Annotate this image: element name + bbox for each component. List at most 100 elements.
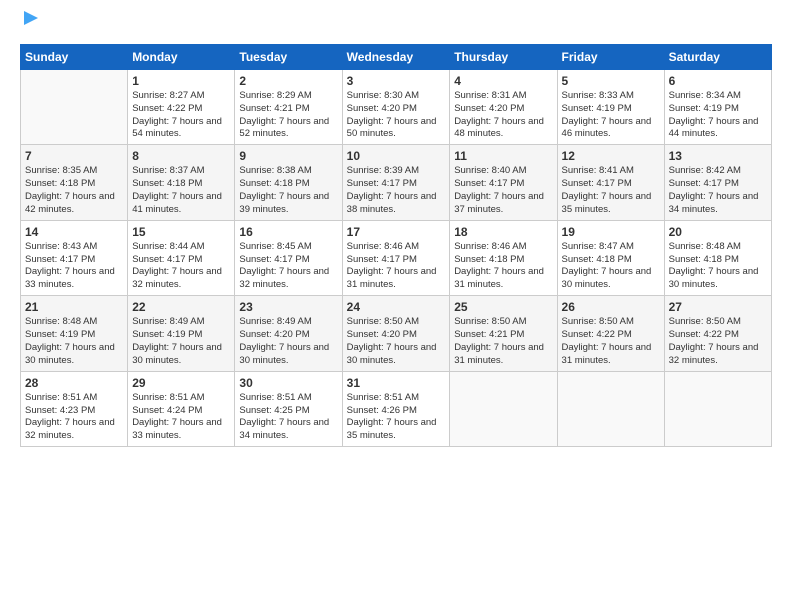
calendar-week-5: 28Sunrise: 8:51 AM Sunset: 4:23 PM Dayli…	[21, 371, 772, 446]
day-of-week-saturday: Saturday	[664, 44, 771, 69]
calendar-cell	[450, 371, 557, 446]
day-info: Sunrise: 8:34 AM Sunset: 4:19 PM Dayligh…	[669, 90, 767, 141]
day-info: Sunrise: 8:41 AM Sunset: 4:17 PM Dayligh…	[562, 165, 660, 216]
day-of-week-thursday: Thursday	[450, 44, 557, 69]
day-number: 20	[669, 224, 767, 240]
calendar-cell: 1Sunrise: 8:27 AM Sunset: 4:22 PM Daylig…	[128, 69, 235, 144]
day-info: Sunrise: 8:46 AM Sunset: 4:18 PM Dayligh…	[454, 241, 552, 292]
calendar-cell: 18Sunrise: 8:46 AM Sunset: 4:18 PM Dayli…	[450, 220, 557, 295]
day-info: Sunrise: 8:50 AM Sunset: 4:22 PM Dayligh…	[669, 316, 767, 367]
calendar-cell: 29Sunrise: 8:51 AM Sunset: 4:24 PM Dayli…	[128, 371, 235, 446]
calendar-cell: 25Sunrise: 8:50 AM Sunset: 4:21 PM Dayli…	[450, 296, 557, 371]
calendar-cell: 4Sunrise: 8:31 AM Sunset: 4:20 PM Daylig…	[450, 69, 557, 144]
day-info: Sunrise: 8:50 AM Sunset: 4:22 PM Dayligh…	[562, 316, 660, 367]
day-info: Sunrise: 8:50 AM Sunset: 4:20 PM Dayligh…	[347, 316, 446, 367]
calendar-cell: 28Sunrise: 8:51 AM Sunset: 4:23 PM Dayli…	[21, 371, 128, 446]
day-info: Sunrise: 8:51 AM Sunset: 4:25 PM Dayligh…	[239, 392, 337, 443]
day-info: Sunrise: 8:42 AM Sunset: 4:17 PM Dayligh…	[669, 165, 767, 216]
day-info: Sunrise: 8:51 AM Sunset: 4:23 PM Dayligh…	[25, 392, 123, 443]
day-number: 3	[347, 73, 446, 89]
day-info: Sunrise: 8:49 AM Sunset: 4:19 PM Dayligh…	[132, 316, 230, 367]
page: SundayMondayTuesdayWednesdayThursdayFrid…	[0, 0, 792, 612]
day-number: 28	[25, 375, 123, 391]
calendar-cell: 9Sunrise: 8:38 AM Sunset: 4:18 PM Daylig…	[235, 145, 342, 220]
calendar-cell: 3Sunrise: 8:30 AM Sunset: 4:20 PM Daylig…	[342, 69, 450, 144]
day-info: Sunrise: 8:31 AM Sunset: 4:20 PM Dayligh…	[454, 90, 552, 141]
day-of-week-tuesday: Tuesday	[235, 44, 342, 69]
day-info: Sunrise: 8:50 AM Sunset: 4:21 PM Dayligh…	[454, 316, 552, 367]
day-number: 9	[239, 148, 337, 164]
calendar-cell: 24Sunrise: 8:50 AM Sunset: 4:20 PM Dayli…	[342, 296, 450, 371]
day-number: 21	[25, 299, 123, 315]
calendar-week-4: 21Sunrise: 8:48 AM Sunset: 4:19 PM Dayli…	[21, 296, 772, 371]
day-info: Sunrise: 8:30 AM Sunset: 4:20 PM Dayligh…	[347, 90, 446, 141]
calendar-cell: 7Sunrise: 8:35 AM Sunset: 4:18 PM Daylig…	[21, 145, 128, 220]
calendar-cell	[21, 69, 128, 144]
day-info: Sunrise: 8:38 AM Sunset: 4:18 PM Dayligh…	[239, 165, 337, 216]
day-info: Sunrise: 8:48 AM Sunset: 4:19 PM Dayligh…	[25, 316, 123, 367]
day-number: 31	[347, 375, 446, 391]
day-number: 1	[132, 73, 230, 89]
day-number: 10	[347, 148, 446, 164]
day-number: 23	[239, 299, 337, 315]
day-number: 18	[454, 224, 552, 240]
day-number: 5	[562, 73, 660, 89]
day-of-week-sunday: Sunday	[21, 44, 128, 69]
day-number: 15	[132, 224, 230, 240]
calendar-cell: 22Sunrise: 8:49 AM Sunset: 4:19 PM Dayli…	[128, 296, 235, 371]
day-number: 2	[239, 73, 337, 89]
day-of-week-friday: Friday	[557, 44, 664, 69]
calendar-cell: 26Sunrise: 8:50 AM Sunset: 4:22 PM Dayli…	[557, 296, 664, 371]
calendar-cell: 23Sunrise: 8:49 AM Sunset: 4:20 PM Dayli…	[235, 296, 342, 371]
day-number: 17	[347, 224, 446, 240]
day-of-week-wednesday: Wednesday	[342, 44, 450, 69]
day-number: 16	[239, 224, 337, 240]
calendar-cell: 16Sunrise: 8:45 AM Sunset: 4:17 PM Dayli…	[235, 220, 342, 295]
day-number: 25	[454, 299, 552, 315]
day-number: 8	[132, 148, 230, 164]
calendar-week-3: 14Sunrise: 8:43 AM Sunset: 4:17 PM Dayli…	[21, 220, 772, 295]
day-info: Sunrise: 8:49 AM Sunset: 4:20 PM Dayligh…	[239, 316, 337, 367]
header	[20, 16, 772, 36]
calendar-cell: 31Sunrise: 8:51 AM Sunset: 4:26 PM Dayli…	[342, 371, 450, 446]
day-info: Sunrise: 8:44 AM Sunset: 4:17 PM Dayligh…	[132, 241, 230, 292]
calendar-week-1: 1Sunrise: 8:27 AM Sunset: 4:22 PM Daylig…	[21, 69, 772, 144]
day-info: Sunrise: 8:46 AM Sunset: 4:17 PM Dayligh…	[347, 241, 446, 292]
calendar-cell	[557, 371, 664, 446]
calendar-table: SundayMondayTuesdayWednesdayThursdayFrid…	[20, 44, 772, 447]
day-of-week-monday: Monday	[128, 44, 235, 69]
calendar-cell: 20Sunrise: 8:48 AM Sunset: 4:18 PM Dayli…	[664, 220, 771, 295]
calendar-cell: 2Sunrise: 8:29 AM Sunset: 4:21 PM Daylig…	[235, 69, 342, 144]
calendar-cell: 6Sunrise: 8:34 AM Sunset: 4:19 PM Daylig…	[664, 69, 771, 144]
day-number: 13	[669, 148, 767, 164]
day-info: Sunrise: 8:27 AM Sunset: 4:22 PM Dayligh…	[132, 90, 230, 141]
day-number: 30	[239, 375, 337, 391]
calendar-cell: 10Sunrise: 8:39 AM Sunset: 4:17 PM Dayli…	[342, 145, 450, 220]
day-number: 11	[454, 148, 552, 164]
day-number: 12	[562, 148, 660, 164]
day-number: 24	[347, 299, 446, 315]
day-info: Sunrise: 8:47 AM Sunset: 4:18 PM Dayligh…	[562, 241, 660, 292]
calendar-header: SundayMondayTuesdayWednesdayThursdayFrid…	[21, 44, 772, 69]
day-info: Sunrise: 8:45 AM Sunset: 4:17 PM Dayligh…	[239, 241, 337, 292]
calendar-cell: 5Sunrise: 8:33 AM Sunset: 4:19 PM Daylig…	[557, 69, 664, 144]
calendar-week-2: 7Sunrise: 8:35 AM Sunset: 4:18 PM Daylig…	[21, 145, 772, 220]
calendar-cell: 15Sunrise: 8:44 AM Sunset: 4:17 PM Dayli…	[128, 220, 235, 295]
calendar-cell: 14Sunrise: 8:43 AM Sunset: 4:17 PM Dayli…	[21, 220, 128, 295]
calendar-cell: 21Sunrise: 8:48 AM Sunset: 4:19 PM Dayli…	[21, 296, 128, 371]
day-info: Sunrise: 8:37 AM Sunset: 4:18 PM Dayligh…	[132, 165, 230, 216]
day-number: 7	[25, 148, 123, 164]
day-number: 14	[25, 224, 123, 240]
day-info: Sunrise: 8:51 AM Sunset: 4:26 PM Dayligh…	[347, 392, 446, 443]
day-info: Sunrise: 8:51 AM Sunset: 4:24 PM Dayligh…	[132, 392, 230, 443]
calendar-cell: 8Sunrise: 8:37 AM Sunset: 4:18 PM Daylig…	[128, 145, 235, 220]
calendar-cell: 12Sunrise: 8:41 AM Sunset: 4:17 PM Dayli…	[557, 145, 664, 220]
day-number: 26	[562, 299, 660, 315]
calendar-cell: 19Sunrise: 8:47 AM Sunset: 4:18 PM Dayli…	[557, 220, 664, 295]
calendar-cell: 30Sunrise: 8:51 AM Sunset: 4:25 PM Dayli…	[235, 371, 342, 446]
calendar-body: 1Sunrise: 8:27 AM Sunset: 4:22 PM Daylig…	[21, 69, 772, 446]
calendar-cell: 27Sunrise: 8:50 AM Sunset: 4:22 PM Dayli…	[664, 296, 771, 371]
days-of-week-row: SundayMondayTuesdayWednesdayThursdayFrid…	[21, 44, 772, 69]
day-info: Sunrise: 8:40 AM Sunset: 4:17 PM Dayligh…	[454, 165, 552, 216]
day-number: 6	[669, 73, 767, 89]
